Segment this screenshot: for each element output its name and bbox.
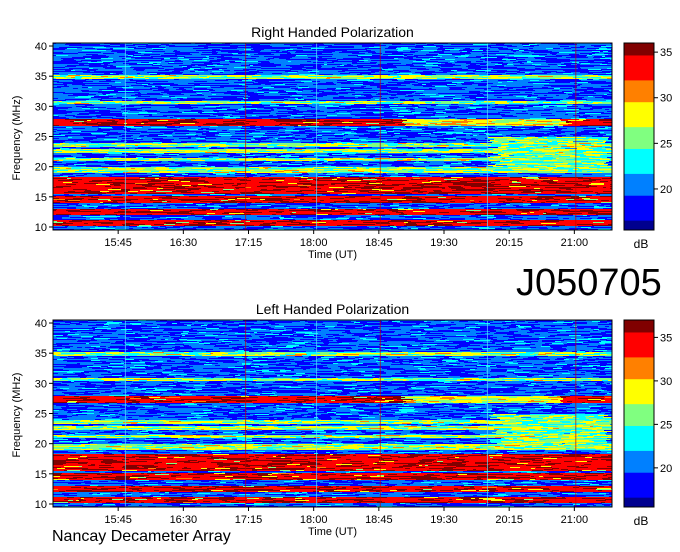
x-tick-label: 17:15 [235,237,263,249]
y-tick-label: 15 [35,192,47,204]
y-tick-label: 20 [35,162,47,174]
y-tick-label: 40 [35,41,47,53]
colorbar [623,42,655,231]
y-tick-label: 10 [35,222,47,234]
colorbar-tick-label: 30 [660,376,672,388]
x-tick-label: 18:45 [365,237,393,249]
x-tick-label: 20:15 [495,514,523,526]
x-tick-label: 21:00 [561,237,589,249]
y-tick-label: 20 [35,439,47,451]
y-tick-label: 25 [35,132,47,144]
spectrogram-chart: 10 15 20 25 30 35 40 15:45 16:30 17:15 18:00 18:45 1… [35,41,673,249]
colorbar-tick-label: 35 [660,332,672,344]
y-tick-label: 10 [35,499,47,511]
x-tick-label: 17:15 [235,514,263,526]
colorbar-tick-label: 20 [660,184,672,196]
y-tick-label: 35 [35,71,47,83]
y-tick-label: 40 [35,318,47,330]
right-polarization-panel: Right Handed Polarization Frequency (MHz… [0,20,680,270]
x-tick-label: 16:30 [170,237,198,249]
colorbar-tick-label: 35 [660,47,672,59]
left-polarization-panel: Left Handed Polarization Frequency (MHz)… [0,297,680,547]
footer-label: Nancay Decameter Array [52,528,231,546]
x-tick-label: 18:00 [300,237,328,249]
x-tick-label: 15:45 [104,514,132,526]
x-tick-label: 21:00 [561,514,589,526]
x-tick-label: 16:30 [170,514,198,526]
x-tick-label: 18:45 [365,514,393,526]
colorbar [623,319,655,508]
y-tick-label: 30 [35,101,47,113]
y-tick-label: 30 [35,378,47,390]
y-tick-label: 35 [35,348,47,360]
x-tick-label: 15:45 [104,237,132,249]
spectrogram-chart: 10 15 20 25 30 35 40 15:45 16:30 17:15 18:00 18:45 1… [35,318,673,526]
colorbar-tick-label: 30 [660,93,672,105]
colorbar-tick-label: 25 [660,419,672,431]
y-tick-label: 25 [35,409,47,421]
x-tick-label: 19:30 [430,514,458,526]
y-tick-label: 15 [35,469,47,481]
x-tick-label: 19:30 [430,237,458,249]
colorbar-tick-label: 25 [660,138,672,150]
x-tick-label: 20:15 [495,237,523,249]
heatmap-cells [53,320,612,508]
colorbar-tick-label: 20 [660,463,672,475]
x-tick-label: 18:00 [300,514,328,526]
heatmap-cells [53,43,612,231]
